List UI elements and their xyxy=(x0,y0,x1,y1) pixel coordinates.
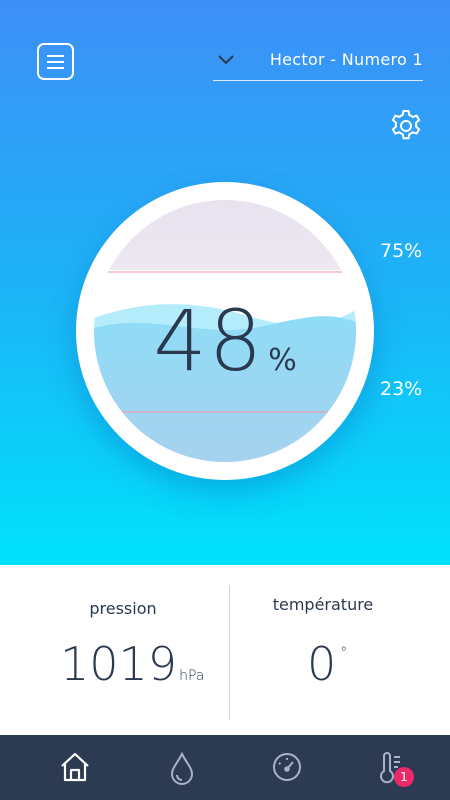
humidity-number: 48 xyxy=(153,292,265,390)
gauge-fill-area: 48% xyxy=(94,200,356,462)
threshold-low-label: 23% xyxy=(380,378,423,400)
stats-divider xyxy=(229,585,230,720)
temperature-unit: ° xyxy=(340,645,348,661)
stats-panel: pression 1019 hPa température 0 ° xyxy=(0,565,450,735)
gear-icon xyxy=(391,110,421,140)
pressure-value: 1019 hPa xyxy=(60,637,204,691)
temperature-number: 0 xyxy=(307,637,337,691)
device-selector[interactable]: Hector - Numero 1 xyxy=(213,44,423,81)
settings-button[interactable] xyxy=(388,108,424,144)
home-icon xyxy=(61,752,89,782)
nav-home[interactable] xyxy=(45,735,105,800)
humidity-value: 48% xyxy=(94,292,356,390)
nav-pressure[interactable] xyxy=(256,735,316,800)
gauge-icon xyxy=(273,753,301,781)
menu-line xyxy=(47,67,64,69)
hero-panel: Hector - Numero 1 48 % 75% 23% xyxy=(0,0,450,565)
nav-temperature[interactable]: 1 xyxy=(360,735,420,800)
humidity-unit: % xyxy=(268,343,297,378)
pressure-label: pression xyxy=(89,599,157,618)
temperature-label: température xyxy=(272,595,374,614)
nav-humidity[interactable] xyxy=(152,735,212,800)
device-name: Hector - Numero 1 xyxy=(269,50,423,69)
notification-badge: 1 xyxy=(394,767,414,787)
hamburger-menu-icon xyxy=(47,55,64,57)
bottom-nav: 1 xyxy=(0,735,450,800)
water-drop-icon xyxy=(170,751,194,785)
threshold-high-label: 75% xyxy=(380,240,423,262)
temperature-value: 0 ° xyxy=(307,637,347,691)
chevron-down-icon xyxy=(218,55,234,65)
humidity-gauge: 48% xyxy=(76,182,374,480)
menu-button[interactable] xyxy=(37,43,74,80)
pressure-number: 1019 xyxy=(60,637,178,691)
pressure-unit: hPa xyxy=(179,668,205,684)
menu-line xyxy=(47,61,64,63)
